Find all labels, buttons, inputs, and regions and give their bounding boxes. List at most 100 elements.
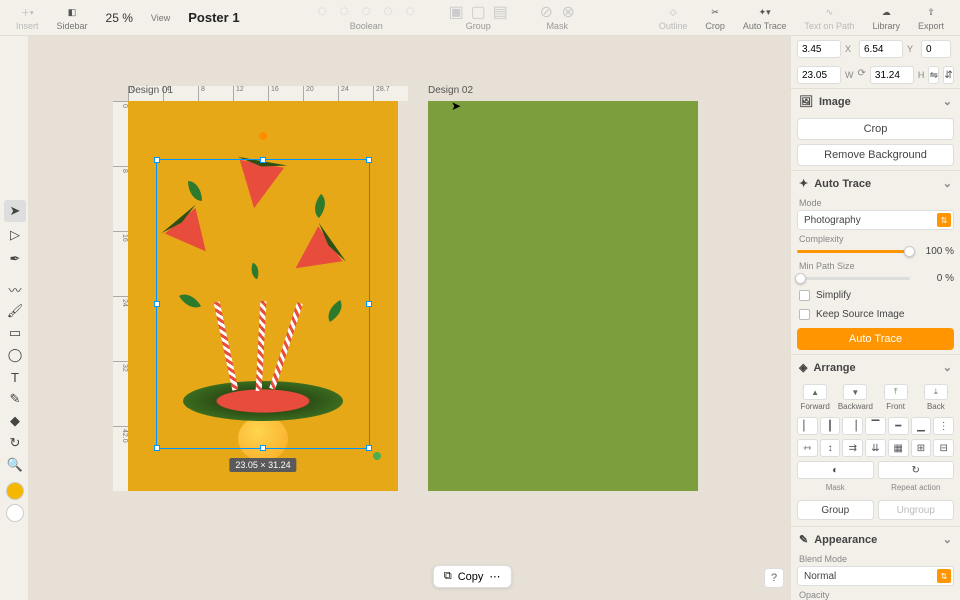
resize-handle-mr[interactable] bbox=[366, 301, 372, 307]
distribute-button[interactable]: ⋮ bbox=[933, 417, 954, 435]
text-on-path-button[interactable]: ∿ Text on Path bbox=[796, 3, 862, 33]
rotate-handle[interactable] bbox=[259, 132, 267, 140]
boolean-union-icon[interactable]: ◌ bbox=[313, 4, 331, 20]
ungroup-button[interactable]: Ungroup bbox=[878, 500, 955, 520]
align-middle-button[interactable]: ━ bbox=[888, 417, 909, 435]
boolean-group: ◌ ◌ ◌ ◌ ◌ Boolean bbox=[313, 4, 419, 31]
unmask-icon[interactable]: ⊗ bbox=[559, 4, 577, 20]
back-button[interactable]: ⤓Back bbox=[918, 384, 954, 411]
keep-source-checkbox[interactable] bbox=[799, 309, 810, 320]
crop-image-button[interactable]: Crop bbox=[797, 118, 954, 140]
blend-mode-select[interactable]: Normal ⇅ bbox=[797, 566, 954, 586]
mode-select[interactable]: Photography ⇅ bbox=[797, 210, 954, 230]
autotrace-action-button[interactable]: Auto Trace bbox=[797, 328, 954, 350]
space-h-button[interactable]: ⇉ bbox=[842, 439, 863, 457]
remove-background-button[interactable]: Remove Background bbox=[797, 144, 954, 166]
misc-align-button[interactable]: ⊞ bbox=[911, 439, 932, 457]
align-right-button[interactable]: ▕ bbox=[842, 417, 863, 435]
rotation-input[interactable] bbox=[921, 40, 951, 58]
simplify-checkbox-row[interactable]: Simplify bbox=[791, 286, 960, 305]
boolean-divide-icon[interactable]: ◌ bbox=[401, 4, 419, 20]
select-tool[interactable]: ➤ bbox=[4, 200, 26, 222]
mask-toolbar-group: ⊘ ⊗ Mask bbox=[537, 4, 577, 31]
keep-source-checkbox-row[interactable]: Keep Source Image bbox=[791, 305, 960, 324]
direct-select-tool[interactable]: ▷ bbox=[4, 224, 26, 246]
resize-handle-tl[interactable] bbox=[154, 157, 160, 163]
height-input[interactable] bbox=[870, 66, 914, 84]
front-button[interactable]: ⤒Front bbox=[878, 384, 914, 411]
rectangle-tool[interactable]: ▭ bbox=[4, 322, 26, 344]
align-center-h-button[interactable]: ┃ bbox=[820, 417, 841, 435]
group-button[interactable]: Group bbox=[797, 500, 874, 520]
rotate-tool[interactable]: ↻ bbox=[4, 432, 26, 454]
transform-position-row: X Y bbox=[791, 36, 960, 62]
artboard-1[interactable]: Design 01 23.05 × 31.24 bbox=[128, 101, 398, 491]
y-input[interactable] bbox=[859, 40, 903, 58]
chevron-down-icon: ⌄ bbox=[943, 361, 952, 374]
boolean-subtract-icon[interactable]: ◌ bbox=[335, 4, 353, 20]
min-path-slider[interactable] bbox=[797, 277, 910, 280]
text-tool[interactable]: T bbox=[4, 366, 26, 388]
stroke-color-swatch[interactable] bbox=[4, 502, 26, 524]
dist-h-button[interactable]: ⇿ bbox=[797, 439, 818, 457]
help-button[interactable]: ? bbox=[764, 568, 784, 588]
align-top-button[interactable]: ▔ bbox=[865, 417, 886, 435]
resize-handle-tr[interactable] bbox=[366, 157, 372, 163]
mask-action-button[interactable]: ◐ bbox=[797, 461, 874, 479]
zoom-level[interactable]: 25 % bbox=[98, 11, 141, 25]
fill-color-swatch[interactable] bbox=[4, 480, 26, 502]
copy-pill[interactable]: ⧉ Copy ⋯ bbox=[433, 565, 512, 588]
autotrace-button[interactable]: ✦▾ Auto Trace bbox=[735, 3, 795, 33]
resize-handle-br[interactable] bbox=[366, 445, 372, 451]
mask-icon[interactable]: ⊘ bbox=[537, 4, 555, 20]
forward-button[interactable]: ▲Forward bbox=[797, 384, 833, 411]
tidy-button[interactable]: ▦ bbox=[888, 439, 909, 457]
x-input[interactable] bbox=[797, 40, 841, 58]
width-input[interactable] bbox=[797, 66, 841, 84]
artboard-2[interactable]: Design 02 bbox=[428, 101, 698, 491]
simplify-checkbox[interactable] bbox=[799, 290, 810, 301]
ellipse-tool[interactable]: ◯ bbox=[4, 344, 26, 366]
group-icon[interactable]: ▣ bbox=[447, 4, 465, 20]
more-icon[interactable]: ⋯ bbox=[489, 570, 500, 583]
group3-icon[interactable]: ▤ bbox=[491, 4, 509, 20]
dist-v-button[interactable]: ↕ bbox=[820, 439, 841, 457]
library-button[interactable]: ☁ Library bbox=[864, 3, 908, 33]
align-bottom-button[interactable]: ▁ bbox=[911, 417, 932, 435]
ungroup-icon[interactable]: ▢ bbox=[469, 4, 487, 20]
arrange-section-header[interactable]: ◈ Arrange ⌄ bbox=[791, 354, 960, 380]
outline-button[interactable]: ◇ Outline bbox=[651, 3, 696, 33]
pencil-tool[interactable]: 〰 bbox=[4, 278, 26, 300]
brush-tool[interactable]: 🖌 bbox=[4, 300, 26, 322]
copy-icon: ⧉ bbox=[444, 570, 452, 583]
resize-handle-bl[interactable] bbox=[154, 445, 160, 451]
insert-menu[interactable]: ＋▾ Insert bbox=[8, 3, 47, 33]
flip-v-button[interactable]: ⇵ bbox=[943, 66, 954, 84]
lock-aspect-icon[interactable]: ⟳ bbox=[858, 68, 866, 82]
repeat-action-button[interactable]: ↻ bbox=[878, 461, 955, 479]
image-section-header[interactable]: 🖼 Image ⌄ bbox=[791, 88, 960, 114]
complexity-slider[interactable] bbox=[797, 250, 910, 253]
boolean-exclude-icon[interactable]: ◌ bbox=[379, 4, 397, 20]
align-left-button[interactable]: ▏ bbox=[797, 417, 818, 435]
misc-align2-button[interactable]: ⊟ bbox=[933, 439, 954, 457]
corner-widget[interactable] bbox=[373, 452, 381, 460]
appearance-icon: ✎ bbox=[799, 533, 808, 546]
zoom-tool[interactable]: 🔍 bbox=[4, 454, 26, 476]
sidebar-toggle[interactable]: ◧ Sidebar bbox=[49, 3, 96, 33]
canvas[interactable]: 0481216202428.7 0816243242.0 Design 01 bbox=[28, 36, 790, 600]
crop-button[interactable]: ✂ Crop bbox=[697, 3, 733, 33]
cursor-icon: ➤ bbox=[451, 99, 461, 113]
flip-h-button[interactable]: ⇋ bbox=[928, 66, 939, 84]
autotrace-section-header[interactable]: ✦ Auto Trace ⌄ bbox=[791, 170, 960, 196]
pen-tool[interactable]: ✒ bbox=[4, 248, 26, 270]
fill-tool[interactable]: ◆ bbox=[4, 410, 26, 432]
eyedropper-tool[interactable]: ✎ bbox=[4, 388, 26, 410]
space-v-button[interactable]: ⇊ bbox=[865, 439, 886, 457]
view-menu[interactable]: View bbox=[143, 11, 178, 25]
boolean-intersect-icon[interactable]: ◌ bbox=[357, 4, 375, 20]
export-button[interactable]: ⇧ Export bbox=[910, 3, 952, 33]
appearance-section-header[interactable]: ✎ Appearance ⌄ bbox=[791, 526, 960, 552]
backward-button[interactable]: ▼Backward bbox=[837, 384, 873, 411]
resize-handle-ml[interactable] bbox=[154, 301, 160, 307]
